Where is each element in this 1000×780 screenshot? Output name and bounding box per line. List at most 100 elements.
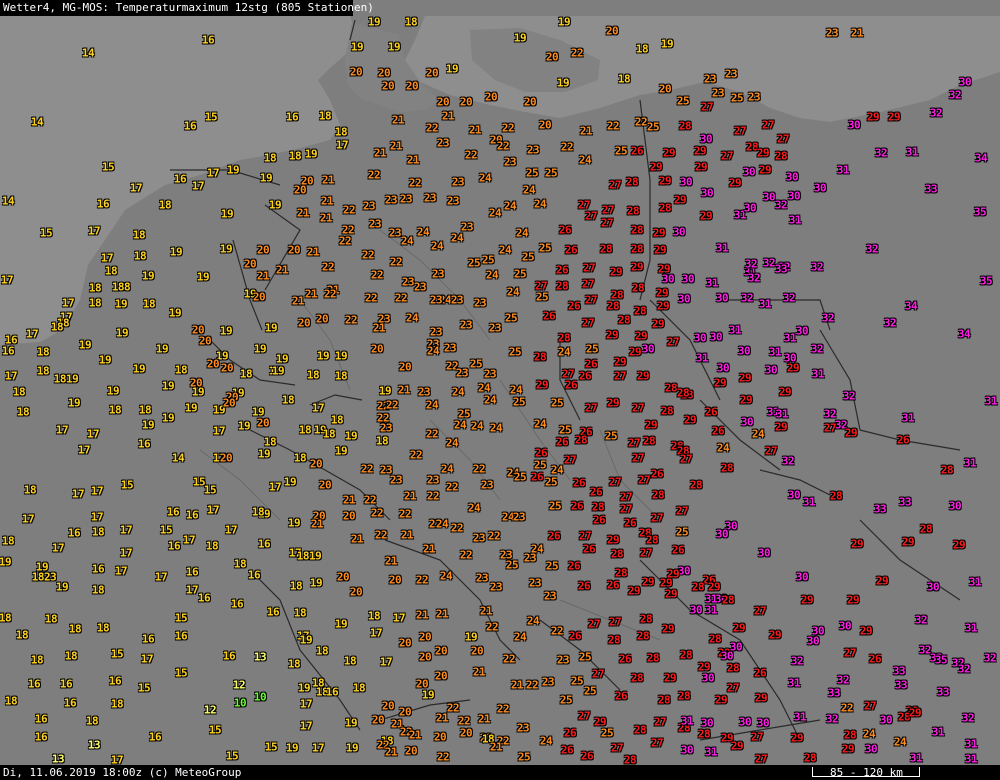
station-temperature: 23 bbox=[512, 510, 526, 524]
station-temperature: 15 bbox=[203, 483, 217, 497]
station-temperature: 30 bbox=[715, 291, 729, 305]
station-temperature: 22 bbox=[394, 291, 408, 305]
station-temperature: 17 bbox=[299, 697, 313, 711]
station-temperature: 22 bbox=[560, 140, 574, 154]
station-temperature: 27 bbox=[610, 741, 624, 755]
station-temperature: 16 bbox=[59, 677, 73, 691]
station-temperature: 22 bbox=[459, 548, 473, 562]
station-temperature: 23 bbox=[528, 576, 542, 590]
station-temperature: 33 bbox=[892, 664, 906, 678]
station-temperature: 17 bbox=[77, 443, 91, 457]
station-temperature: 23 bbox=[541, 675, 555, 689]
station-temperature: 20 bbox=[398, 636, 412, 650]
station-temperature: 24 bbox=[405, 311, 419, 325]
station-temperature: 16 bbox=[166, 505, 180, 519]
station-temperature: 13 bbox=[87, 738, 101, 752]
station-temperature: 28 bbox=[940, 463, 954, 477]
station-temperature: 21 bbox=[304, 287, 318, 301]
station-temperature: 27 bbox=[733, 124, 747, 138]
station-temperature: 31 bbox=[963, 456, 977, 470]
station-temperature: 26 bbox=[589, 485, 603, 499]
station-temperature: 23 bbox=[523, 551, 537, 565]
station-temperature: 23 bbox=[526, 143, 540, 157]
station-temperature: 19 bbox=[169, 245, 183, 259]
station-temperature: 16 bbox=[185, 565, 199, 579]
station-temperature: 29 bbox=[728, 176, 742, 190]
station-temperature: 18 bbox=[288, 149, 302, 163]
station-temperature: 22 bbox=[457, 714, 471, 728]
station-temperature: 28 bbox=[599, 242, 613, 256]
station-temperature: 21 bbox=[435, 711, 449, 725]
station-temperature: 33 bbox=[873, 502, 887, 516]
station-temperature: 20 bbox=[433, 730, 447, 744]
station-temperature: 20 bbox=[434, 669, 448, 683]
station-temperature: 25 bbox=[508, 345, 522, 359]
station-temperature: 31 bbox=[964, 737, 978, 751]
station-temperature: 27 bbox=[639, 546, 653, 560]
station-temperature: 16 bbox=[137, 437, 151, 451]
station-temperature: 24 bbox=[498, 243, 512, 257]
station-temperature: 18 bbox=[404, 15, 418, 29]
station-temperature: 28 bbox=[642, 434, 656, 448]
station-temperature: 24 bbox=[416, 225, 430, 239]
station-temperature: 18 bbox=[91, 525, 105, 539]
station-temperature: 22 bbox=[370, 506, 384, 520]
station-temperature: 19 bbox=[106, 384, 120, 398]
station-temperature: 20 bbox=[371, 713, 385, 727]
station-temperature: 26 bbox=[530, 470, 544, 484]
station-temperature: 25 bbox=[533, 458, 547, 472]
station-temperature: 20 bbox=[349, 65, 363, 79]
station-temperature: 18 bbox=[36, 364, 50, 378]
station-temperature: 20 bbox=[309, 457, 323, 471]
station-temperature: 22 bbox=[425, 121, 439, 135]
station-temperature: 20 bbox=[658, 82, 672, 96]
station-temperature: 20 bbox=[418, 650, 432, 664]
station-temperature: 22 bbox=[338, 234, 352, 248]
station-temperature: 22 bbox=[398, 507, 412, 521]
station-temperature: 22 bbox=[840, 701, 854, 715]
station-temperature: 28 bbox=[676, 386, 690, 400]
station-temperature: 188 bbox=[111, 280, 131, 294]
station-temperature: 26 bbox=[606, 578, 620, 592]
station-temperature: 31 bbox=[705, 276, 719, 290]
station-temperature: 23 bbox=[446, 194, 460, 208]
station-temperature: 32 bbox=[782, 291, 796, 305]
station-temperature: 19 bbox=[220, 207, 234, 221]
station-temperature: 23 bbox=[556, 653, 570, 667]
station-temperature: 29 bbox=[908, 706, 922, 720]
station-temperature: 30 bbox=[641, 342, 655, 356]
station-temperature: 28 bbox=[617, 313, 631, 327]
station-temperature: 16 bbox=[173, 172, 187, 186]
station-temperature: 19 bbox=[257, 447, 271, 461]
station-temperature: 23 bbox=[362, 199, 376, 213]
station-temperature: 32 bbox=[774, 198, 788, 212]
station-temperature: 29 bbox=[661, 622, 675, 636]
station-temperature: 29 bbox=[605, 328, 619, 342]
station-temperature: 20 bbox=[418, 630, 432, 644]
station-temperature: 17 bbox=[119, 523, 133, 537]
station-temperature: 16 bbox=[201, 33, 215, 47]
station-temperature: 19 bbox=[334, 349, 348, 363]
station-temperature: 20 bbox=[405, 79, 419, 93]
station-temperature: 17 bbox=[191, 179, 205, 193]
station-temperature: 21 bbox=[403, 489, 417, 503]
station-temperature: 30 bbox=[715, 527, 729, 541]
station-temperature: 28 bbox=[610, 547, 624, 561]
station-temperature: 21 bbox=[310, 517, 324, 531]
station-temperature: 17 bbox=[100, 251, 114, 265]
station-temperature: 28 bbox=[606, 299, 620, 313]
station-temperature: 30 bbox=[689, 603, 703, 617]
station-temperature: 30 bbox=[948, 499, 962, 513]
station-temperature: 16 bbox=[34, 730, 48, 744]
station-temperature: 25 bbox=[535, 290, 549, 304]
station-temperature: 23 bbox=[703, 72, 717, 86]
station-temperature: 25 bbox=[467, 256, 481, 270]
station-temperature: 29 bbox=[666, 567, 680, 581]
station-temperature: 20 bbox=[398, 705, 412, 719]
station-temperature: 26 bbox=[570, 499, 584, 513]
station-temperature: 20 bbox=[470, 644, 484, 658]
station-temperature: 31 bbox=[788, 213, 802, 227]
station-temperature: 27 bbox=[700, 100, 714, 114]
station-temperature: 27 bbox=[608, 475, 622, 489]
station-temperature: 20 bbox=[425, 66, 439, 80]
